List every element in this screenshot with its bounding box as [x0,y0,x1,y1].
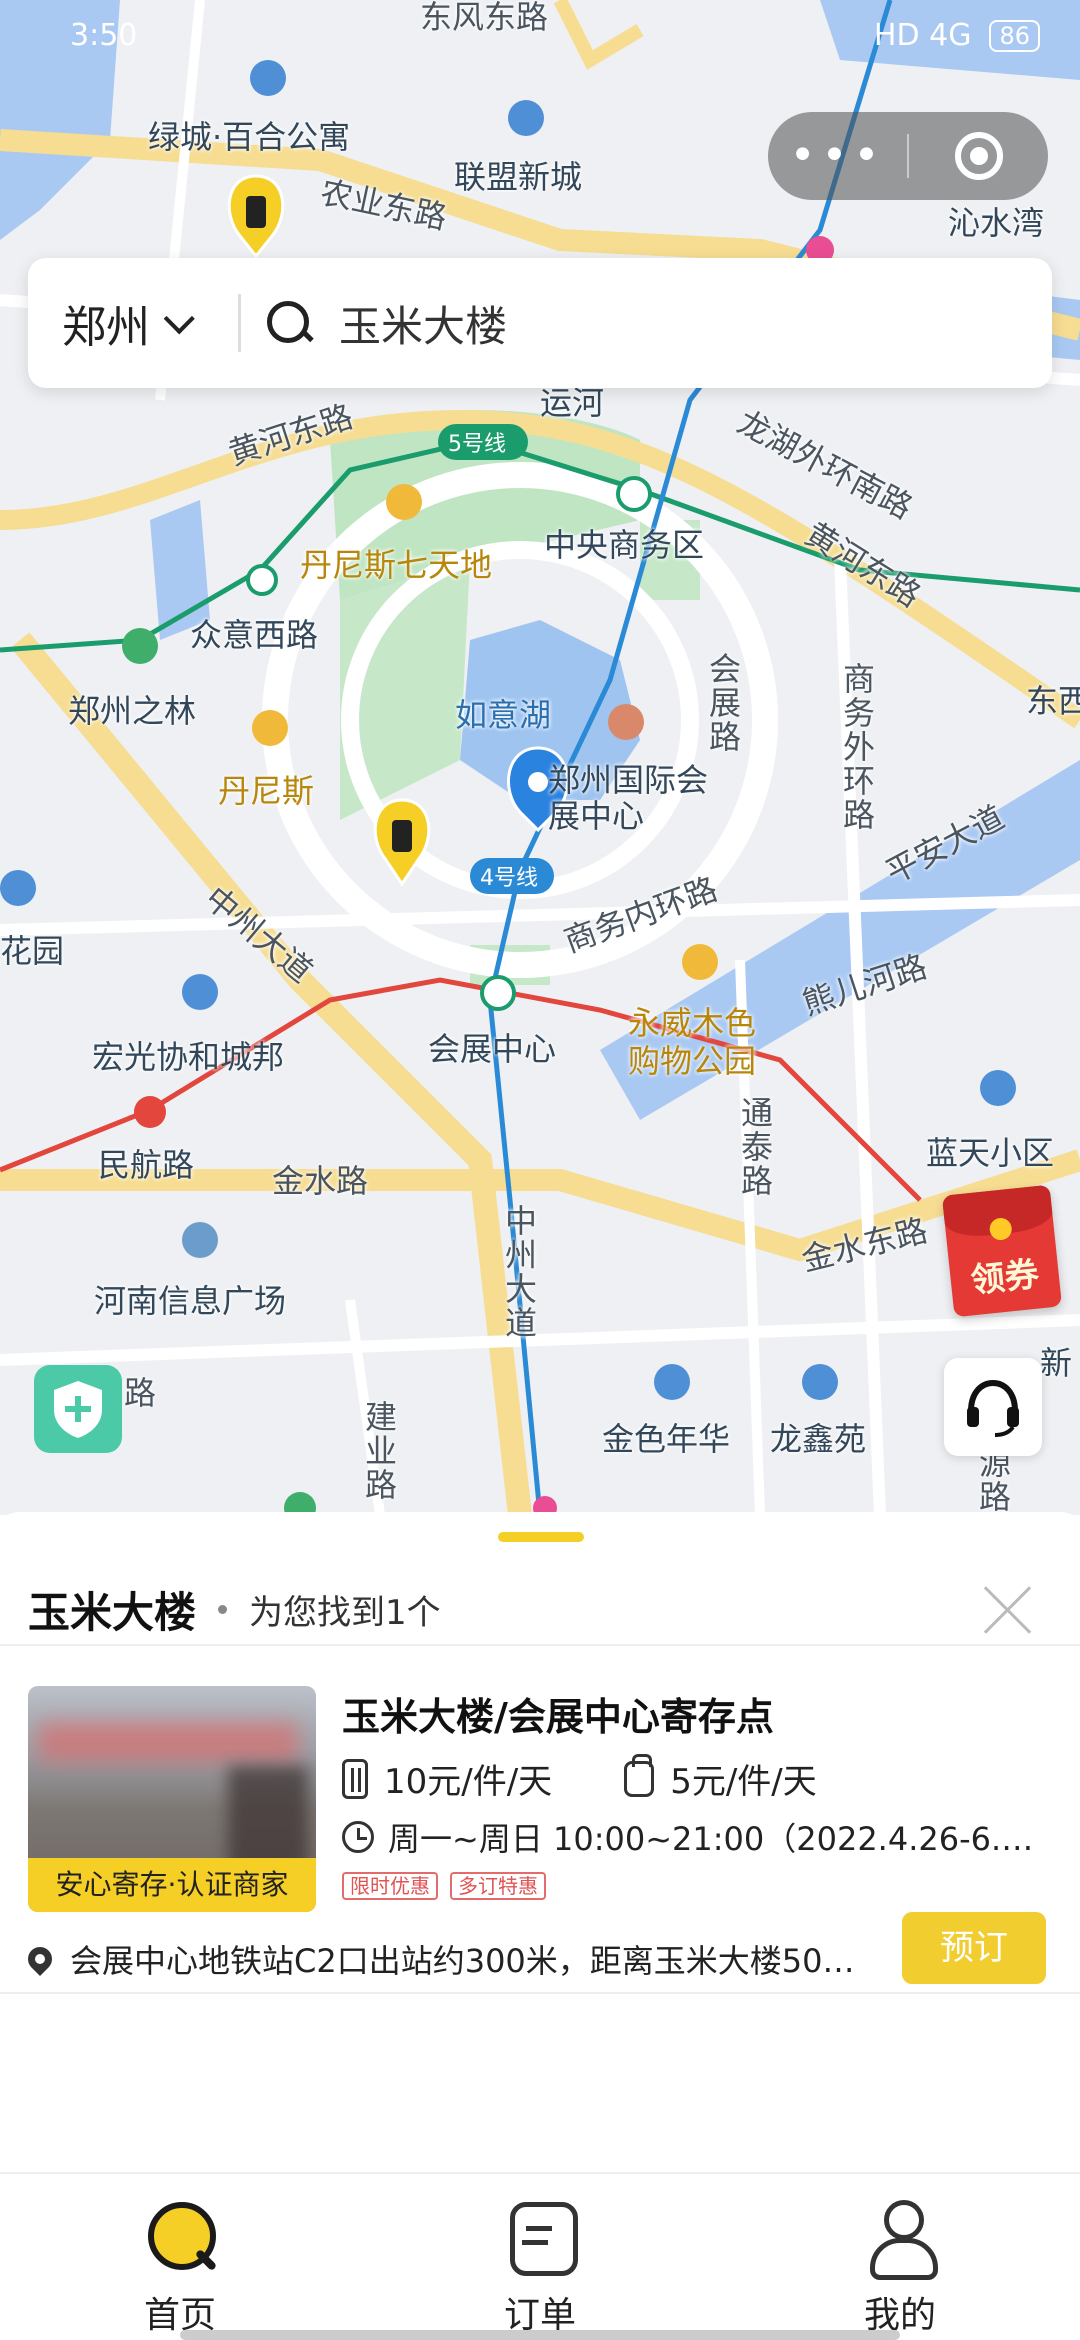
suitcase-price-text: 10元/件/天 [384,1762,553,1802]
book-button[interactable]: 预订 [902,1912,1046,1984]
map-label: 如意湖 [455,696,552,734]
tab-home[interactable]: 首页 [0,2174,360,2340]
map-label: 民航路 [98,1146,195,1184]
result-count: 为您找到1个 [249,1592,441,1633]
chevron-down-icon [163,303,195,335]
headset-icon [967,1379,1019,1437]
location-pin-icon [28,1942,57,1976]
suitcase-price: 10元/件/天 [342,1754,552,1803]
search-icon [267,301,311,345]
city-label: 郑州 [62,302,150,353]
home-indicator[interactable] [180,2330,900,2340]
map-label: 丹尼斯七天地 [300,546,493,584]
result-card[interactable]: 安心寄存·认证商家 玉米大楼/会展中心寄存点 10元/件/天 5元/件/天 周一… [0,1646,1080,1992]
photo-blur [38,1722,298,1762]
sheet-title: 玉米大楼 [28,1587,197,1637]
map-label: 沁水湾 [948,204,1045,242]
app-root: 东风东路 绿城·百合公寓 联盟新城 农业东路 沁水湾 黄河东路 5号线 运河 龙… [0,0,1080,2340]
suitcase-icon [342,1758,368,1799]
promo-tags: 限时优惠 多订特惠 [342,1872,546,1900]
status-time: 3:50 [70,18,138,53]
separator-dot [218,1604,228,1614]
tab-me[interactable]: 我的 [720,2174,1080,2340]
coupon-button[interactable]: 领券 [941,1184,1063,1318]
map-label: 绿城·百合公寓 [148,118,351,156]
battery-icon: 86 [989,19,1040,52]
map-label: 中央商务区 [544,526,705,564]
map-label: 众意西路 [190,616,319,654]
location-row: 会展中心地铁站C2口出站约300米，距离玉米大楼50… [28,1936,888,1982]
search-home-icon [144,2200,216,2272]
price-row: 10元/件/天 5元/件/天 [342,1753,889,1803]
hours-text: 周一~周日 10:00~21:00（2022.4.26-6.30不… [388,1820,1042,1858]
map-label: 联盟新城 [454,158,583,196]
coupon-label: 领券 [968,1254,1041,1302]
customer-service-button[interactable] [944,1358,1042,1456]
map-label: 蓝天小区 [926,1134,1055,1172]
bag-price-text: 5元/件/天 [670,1762,817,1802]
miniprogram-capsule: ••• [768,112,1048,200]
backpack-icon [624,1753,655,1797]
store-name: 玉米大楼/会展中心寄存点 [342,1695,774,1739]
shield-plus-icon [54,1381,102,1438]
sheet-header: 玉米大楼 为您找到1个 [28,1574,1048,1644]
promo-tag: 多订特惠 [450,1872,546,1900]
map-label: 新 [1040,1344,1073,1382]
map-label: 金色年华 [602,1420,731,1458]
results-sheet: 玉米大楼 为您找到1个 安心寄存·认证商家 玉米大楼/会展中心寄存点 10元/件… [0,1512,1080,2172]
promo-tag: 限时优惠 [342,1872,438,1900]
map-label: 金水路 [272,1162,369,1200]
metro-line-badge: 4号线 [480,866,538,891]
status-icons: HD 4G 86 [874,18,1040,53]
map-label: 郑州之林 [68,692,197,730]
bottom-tab-bar: 首页 订单 我的 [0,2172,1080,2340]
map-label: 通泰路 [736,1096,774,1198]
metro-line-badge: 5号线 [448,432,506,457]
map-label: 河南信息广场 [94,1282,287,1320]
map-view[interactable]: 东风东路 绿城·百合公寓 联盟新城 农业东路 沁水湾 黄河东路 5号线 运河 龙… [0,0,1080,1515]
divider [0,1992,1080,1994]
close-miniprogram-button[interactable] [909,132,1048,180]
user-icon [864,2200,938,2280]
signal-icon: HD 4G [873,18,972,53]
search-input[interactable]: 玉米大楼 [339,293,507,354]
city-selector[interactable]: 郑州 [28,291,238,355]
map-label: 永威木色购物公园 [628,1004,757,1080]
sheet-drag-handle[interactable] [498,1532,584,1542]
map-label: 龙鑫苑 [770,1420,867,1458]
search-divider [238,294,241,352]
map-label: 路 [124,1374,157,1412]
target-icon [954,132,1003,180]
clock-icon [342,1821,374,1853]
storage-photo: 安心寄存·认证商家 [28,1686,316,1912]
map-label: 郑州国际会展中心 [548,761,709,835]
map-label: 中州大道 [500,1204,538,1340]
map-label: 花园 [0,932,65,970]
safety-button[interactable] [34,1365,122,1453]
map-label: 商务外环路 [838,662,876,832]
map-label: 宏光协和城邦 [92,1038,285,1076]
map-label: 会展路 [704,652,742,754]
business-hours: 周一~周日 10:00~21:00（2022.4.26-6.30不… [342,1814,1042,1860]
location-text: 会展中心地铁站C2口出站约300米，距离玉米大楼50… [70,1942,855,1980]
close-icon[interactable] [978,1580,1038,1640]
search-bar: 郑州 玉米大楼 [28,258,1052,388]
map-label: 会展中心 [428,1030,557,1068]
order-icon [504,2200,578,2276]
tab-orders[interactable]: 订单 [360,2174,720,2340]
status-bar: 3:50 HD 4G 86 [0,0,1080,70]
certified-badge: 安心寄存·认证商家 [28,1858,316,1912]
more-menu-button[interactable]: ••• [768,112,907,200]
map-label: 建业路 [360,1400,398,1502]
bag-price: 5元/件/天 [624,1753,817,1803]
map-label: 丹尼斯 [218,772,315,810]
map-label: 东西 [1026,682,1080,720]
